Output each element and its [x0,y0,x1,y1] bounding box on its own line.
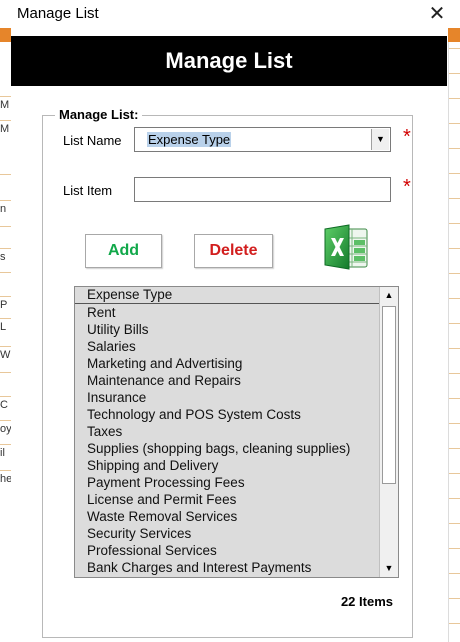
list-item[interactable]: Technology and POS System Costs [75,406,380,423]
list-item[interactable]: Marketing and Advertising [75,355,380,372]
required-indicator: * [403,176,411,198]
excel-icon[interactable] [323,223,369,271]
list-items: Expense Type Rent Utility Bills Salaries Mar… [75,287,380,576]
list-item-input[interactable] [134,177,391,202]
list-item[interactable]: Maintenance and Repairs [75,372,380,389]
list-item[interactable]: Supplies (shopping bags, cleaning suppli… [75,440,380,457]
add-button[interactable]: Add [85,234,162,268]
list-item[interactable]: Taxes [75,423,380,440]
list-item[interactable]: License and Permit Fees [75,491,380,508]
list-item[interactable]: Utility Bills [75,321,380,338]
required-indicator: * [403,126,411,148]
list-items-box[interactable]: Expense Type Rent Utility Bills Salaries Mar… [74,286,399,578]
scroll-thumb[interactable] [382,306,396,484]
list-item[interactable]: Expense Type [75,287,380,304]
list-name-dropdown[interactable]: Expense Type ▼ [134,127,391,152]
chevron-down-icon[interactable]: ▼ [371,129,389,150]
delete-button[interactable]: Delete [194,234,273,268]
list-item[interactable]: Rent [75,304,380,321]
item-count: 22 Items [340,594,393,609]
excel-icon-graphic [324,224,368,270]
list-item[interactable]: Professional Services [75,542,380,559]
close-icon[interactable]: ✕ [424,2,450,26]
title-bar: Manage List ✕ [0,0,460,28]
list-name-value: Expense Type [147,132,232,147]
list-item-label: List Item [63,183,113,198]
list-item[interactable]: Payment Processing Fees [75,474,380,491]
scroll-down-icon[interactable]: ▼ [380,560,398,577]
list-item[interactable]: Waste Removal Services [75,508,380,525]
list-item[interactable]: Bank Charges and Interest Payments [75,559,380,576]
window-title: Manage List [17,5,99,22]
list-name-label: List Name [63,133,122,148]
scroll-up-icon[interactable]: ▲ [380,287,398,304]
banner-title: Manage List [11,36,447,86]
list-item[interactable]: Insurance [75,389,380,406]
manage-list-frame: Manage List: List Name Expense Type ▼ * … [42,107,413,638]
dialog-body: Manage List Manage List: List Name Expen… [11,28,447,642]
vertical-scrollbar[interactable]: ▲ ▼ [379,287,398,577]
list-item[interactable]: Security Services [75,525,380,542]
list-item[interactable]: Shipping and Delivery [75,457,380,474]
manage-list-dialog: Manage List ✕ Manage List Manage List: L… [0,0,460,642]
frame-legend: Manage List: [55,107,143,122]
list-item[interactable]: Salaries [75,338,380,355]
